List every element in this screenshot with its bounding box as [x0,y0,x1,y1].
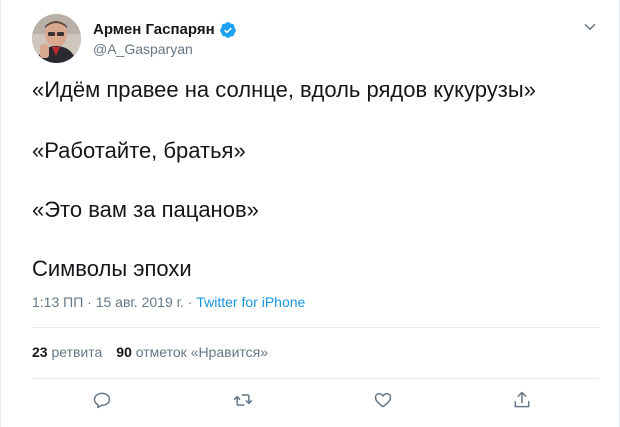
name-block: Армен Гаспарян @A_Gasparyan [93,21,237,58]
chevron-down-icon[interactable] [581,18,599,36]
tweet-line: «Это вам за пацанов» [32,197,259,222]
divider [32,378,599,379]
user-handle[interactable]: @A_Gasparyan [93,41,237,58]
tweet-card: Армен Гаспарян @A_Gasparyan «Идём правее… [0,0,620,427]
retweets-count: 23 [32,344,48,360]
tweet-line: «Работайте, братья» [32,138,246,163]
retweets-label: ретвита [51,344,103,360]
meta-separator: · [183,294,197,310]
reply-icon [92,390,112,415]
tweet-meta: 1:13 ПП · 15 авг. 2019 г. · Twitter for … [32,294,305,310]
divider [32,327,599,328]
reply-button[interactable] [87,387,117,417]
retweet-icon [233,390,253,415]
like-button[interactable] [368,387,398,417]
share-button[interactable] [507,387,537,417]
verified-badge-icon [219,21,237,39]
avatar-image [32,14,81,63]
tweet-time[interactable]: 1:13 ПП [32,294,83,310]
tweet-date[interactable]: 15 авг. 2019 г. [96,294,184,310]
heart-icon [373,390,393,415]
tweet-header: Армен Гаспарян @A_Gasparyan [32,14,599,64]
tweet-actions [1,387,619,417]
likes-label: отметок «Нравится» [135,344,269,360]
display-name[interactable]: Армен Гаспарян [93,21,215,39]
likes-stat[interactable]: 90 отметок «Нравится» [116,344,268,360]
share-icon [512,390,532,415]
avatar[interactable] [32,14,81,63]
meta-separator: · [83,294,96,310]
retweet-button[interactable] [228,387,258,417]
retweets-stat[interactable]: 23 ретвита [32,344,102,360]
tweet-source-link[interactable]: Twitter for iPhone [196,294,305,310]
name-row: Армен Гаспарян [93,21,237,39]
likes-count: 90 [116,344,132,360]
tweet-line: «Идём правее на солнце, вдоль рядов куку… [32,77,536,102]
tweet-line: Символы эпохи [32,256,192,281]
tweet-stats: 23 ретвита 90 отметок «Нравится» [32,344,268,360]
